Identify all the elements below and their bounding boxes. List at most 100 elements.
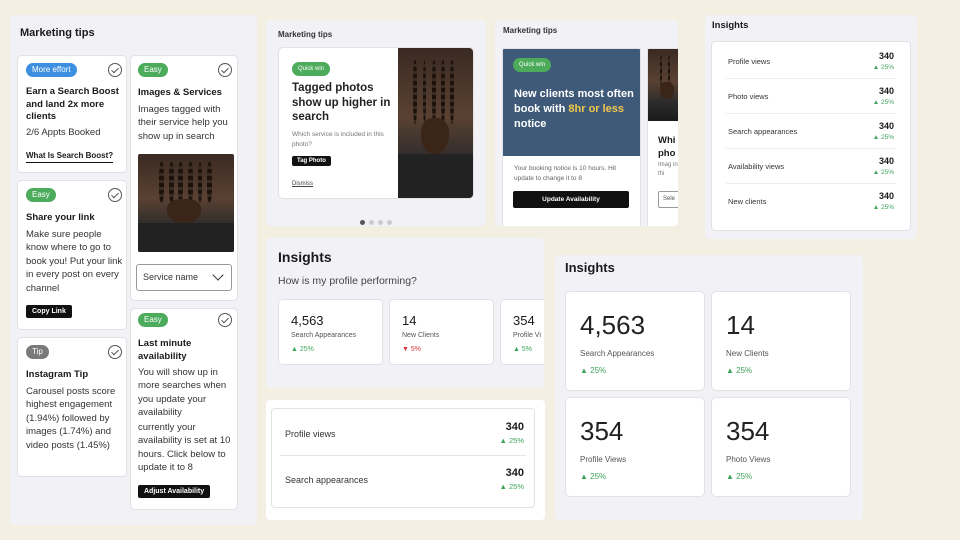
tip-card-last-minute[interactable]: Easy Last minute availability You will s… xyxy=(130,308,238,510)
carousel-tagged-photos: Marketing tips Quick win Tagged photos s… xyxy=(266,20,486,226)
effort-badge: Easy xyxy=(26,188,56,202)
metric-label: Profile views xyxy=(728,57,771,66)
check-circle-icon[interactable] xyxy=(218,63,232,77)
carousel-title: Marketing tips xyxy=(278,30,333,39)
tip-card-share-link[interactable]: Easy Share your link Make sure people kn… xyxy=(17,180,127,330)
card-headline: Tagged photos show up higher in search xyxy=(292,82,391,123)
metric-row[interactable]: Search appearances 340 ▲ 25% xyxy=(280,457,526,502)
stat-value: 354 xyxy=(580,416,624,446)
quick-win-badge: Quick win xyxy=(292,62,331,76)
carousel-title: Marketing tips xyxy=(503,26,558,35)
panel-title: Marketing tips xyxy=(20,27,95,39)
carousel-dot-active[interactable] xyxy=(360,220,365,225)
insights-title: Insights xyxy=(278,249,332,265)
carousel-dots[interactable] xyxy=(266,212,486,230)
stat-card[interactable]: 354 Photo Views ▲ 25% xyxy=(711,397,851,497)
metric-label: Photo views xyxy=(728,92,769,101)
carousel-card: Quick win New clients most often book wi… xyxy=(502,48,641,226)
stat-value: 354 xyxy=(513,313,535,328)
peek-select[interactable]: Sele xyxy=(658,191,678,208)
metric-pct: 25% xyxy=(880,99,894,106)
check-circle-icon[interactable] xyxy=(108,188,122,202)
insights-grid-panel: Insights 4,563 Search Appearances ▲ 25% … xyxy=(555,255,863,520)
stat-label: New Clients xyxy=(726,349,769,358)
portfolio-photo xyxy=(398,48,473,198)
metric-row[interactable]: Profile views 340 ▲ 25% xyxy=(726,44,896,79)
stat-card[interactable]: 4,563 Search Appearances ▲ 25% xyxy=(278,299,383,365)
carousel-dot[interactable] xyxy=(378,220,383,225)
metric-pct: 25% xyxy=(880,169,894,176)
search-boost-link[interactable]: What Is Search Boost? xyxy=(26,151,114,163)
metric-label: Availability views xyxy=(728,162,785,171)
metric-row[interactable]: Search appearances 340 ▲ 25% xyxy=(726,114,896,149)
stat-card[interactable]: 354 Profile Views ▲ 25% xyxy=(565,397,705,497)
tag-photo-button[interactable]: Tag Photo xyxy=(292,156,331,166)
check-circle-icon[interactable] xyxy=(218,313,232,327)
metric-change: ▲ 25% xyxy=(872,99,894,106)
card-headline: New clients most often book with 8hr or … xyxy=(514,87,639,132)
adjust-availability-button[interactable]: Adjust Availability xyxy=(138,485,211,498)
metric-label: Search appearances xyxy=(728,127,798,136)
peek-title: Whi pho xyxy=(658,135,676,159)
copy-link-button[interactable]: Copy Link xyxy=(26,305,72,318)
quick-win-badge: Quick win xyxy=(513,58,552,72)
peek-select-text: Sele xyxy=(663,196,676,202)
dismiss-link[interactable]: Dismiss xyxy=(292,181,313,187)
stat-value: 14 xyxy=(402,313,417,328)
insights-list-panel: Insights Profile views 340 ▲ 25% Photo vie… xyxy=(705,15,917,239)
check-circle-icon[interactable] xyxy=(108,345,122,359)
tip-card-search-boost[interactable]: More effort Earn a Search Boost and land… xyxy=(17,55,127,173)
stat-pct: 5% xyxy=(410,346,421,353)
metric-change: ▲ 25% xyxy=(499,482,524,491)
metric-value: 340 xyxy=(878,121,894,131)
metric-row[interactable]: New clients 340 ▲ 25% xyxy=(726,184,896,219)
stat-card[interactable]: 354 Profile Vi ▲ 5% xyxy=(500,299,544,365)
tip-card-images-services[interactable]: Easy Images & Services Images tagged wit… xyxy=(130,55,238,301)
metric-pct: 25% xyxy=(508,482,524,491)
stat-pct: 25% xyxy=(590,472,607,481)
tip-text: You will show up in more searches when y… xyxy=(138,367,227,419)
stat-change: ▲ 25% xyxy=(580,366,607,375)
stat-card[interactable]: 14 New Clients ▲ 25% xyxy=(711,291,851,391)
service-name-select[interactable]: Service name xyxy=(136,264,232,291)
stat-pct: 25% xyxy=(736,472,753,481)
card-question: Which service is included in this photo? xyxy=(292,131,384,148)
stat-pct: 25% xyxy=(590,366,607,375)
tip-subtitle: 2/6 Appts Booked xyxy=(26,127,101,138)
card-header: Quick win New clients most often book wi… xyxy=(503,49,640,156)
check-circle-icon[interactable] xyxy=(108,63,122,77)
insights-title: Insights xyxy=(712,20,749,31)
insights-list: Profile views 340 ▲ 25% Search appearanc… xyxy=(271,408,535,508)
metric-value: 340 xyxy=(878,191,894,201)
carousel-availability: Marketing tips Quick win New clients mos… xyxy=(495,20,678,226)
marketing-tips-panel: Marketing tips More effort Earn a Search… xyxy=(10,15,257,525)
metric-row[interactable]: Profile views 340 ▲ 25% xyxy=(280,411,526,456)
stat-pct: 25% xyxy=(736,366,753,375)
stat-change: ▼ 5% xyxy=(402,346,421,353)
carousel-dot[interactable] xyxy=(369,220,374,225)
metric-label: Profile views xyxy=(285,429,336,439)
stat-change: ▲ 25% xyxy=(291,346,314,353)
stat-card[interactable]: 4,563 Search Appearances ▲ 25% xyxy=(565,291,705,391)
metric-row[interactable]: Photo views 340 ▲ 25% xyxy=(726,79,896,114)
update-availability-button[interactable]: Update Availability xyxy=(513,191,629,208)
metric-pct: 25% xyxy=(508,436,524,445)
headline-part: notice xyxy=(514,118,547,130)
tip-text: Images tagged with their service help yo… xyxy=(138,104,228,142)
metric-row[interactable]: Availability views 340 ▲ 25% xyxy=(726,149,896,184)
carousel-card-peek: Whi pho Imag in thi Sele xyxy=(647,48,678,226)
stat-card[interactable]: 14 New Clients ▼ 5% xyxy=(389,299,494,365)
metric-value: 340 xyxy=(878,156,894,166)
stat-change: ▲ 25% xyxy=(580,472,607,481)
insights-title: Insights xyxy=(565,260,615,275)
stat-label: Profile Vi xyxy=(513,332,541,339)
metric-change: ▲ 25% xyxy=(872,64,894,71)
stat-pct: 5% xyxy=(521,346,532,353)
carousel-dot[interactable] xyxy=(387,220,392,225)
tip-title: Last minute availability xyxy=(138,338,192,362)
stat-change: ▲ 5% xyxy=(513,346,532,353)
tip-card-instagram: Tip Instagram Tip Carousel posts score h… xyxy=(17,337,127,477)
tip-title: Earn a Search Boost and land 2x more cli… xyxy=(26,86,119,122)
portfolio-photo xyxy=(648,49,678,121)
stat-label: Search Appearances xyxy=(580,349,655,358)
